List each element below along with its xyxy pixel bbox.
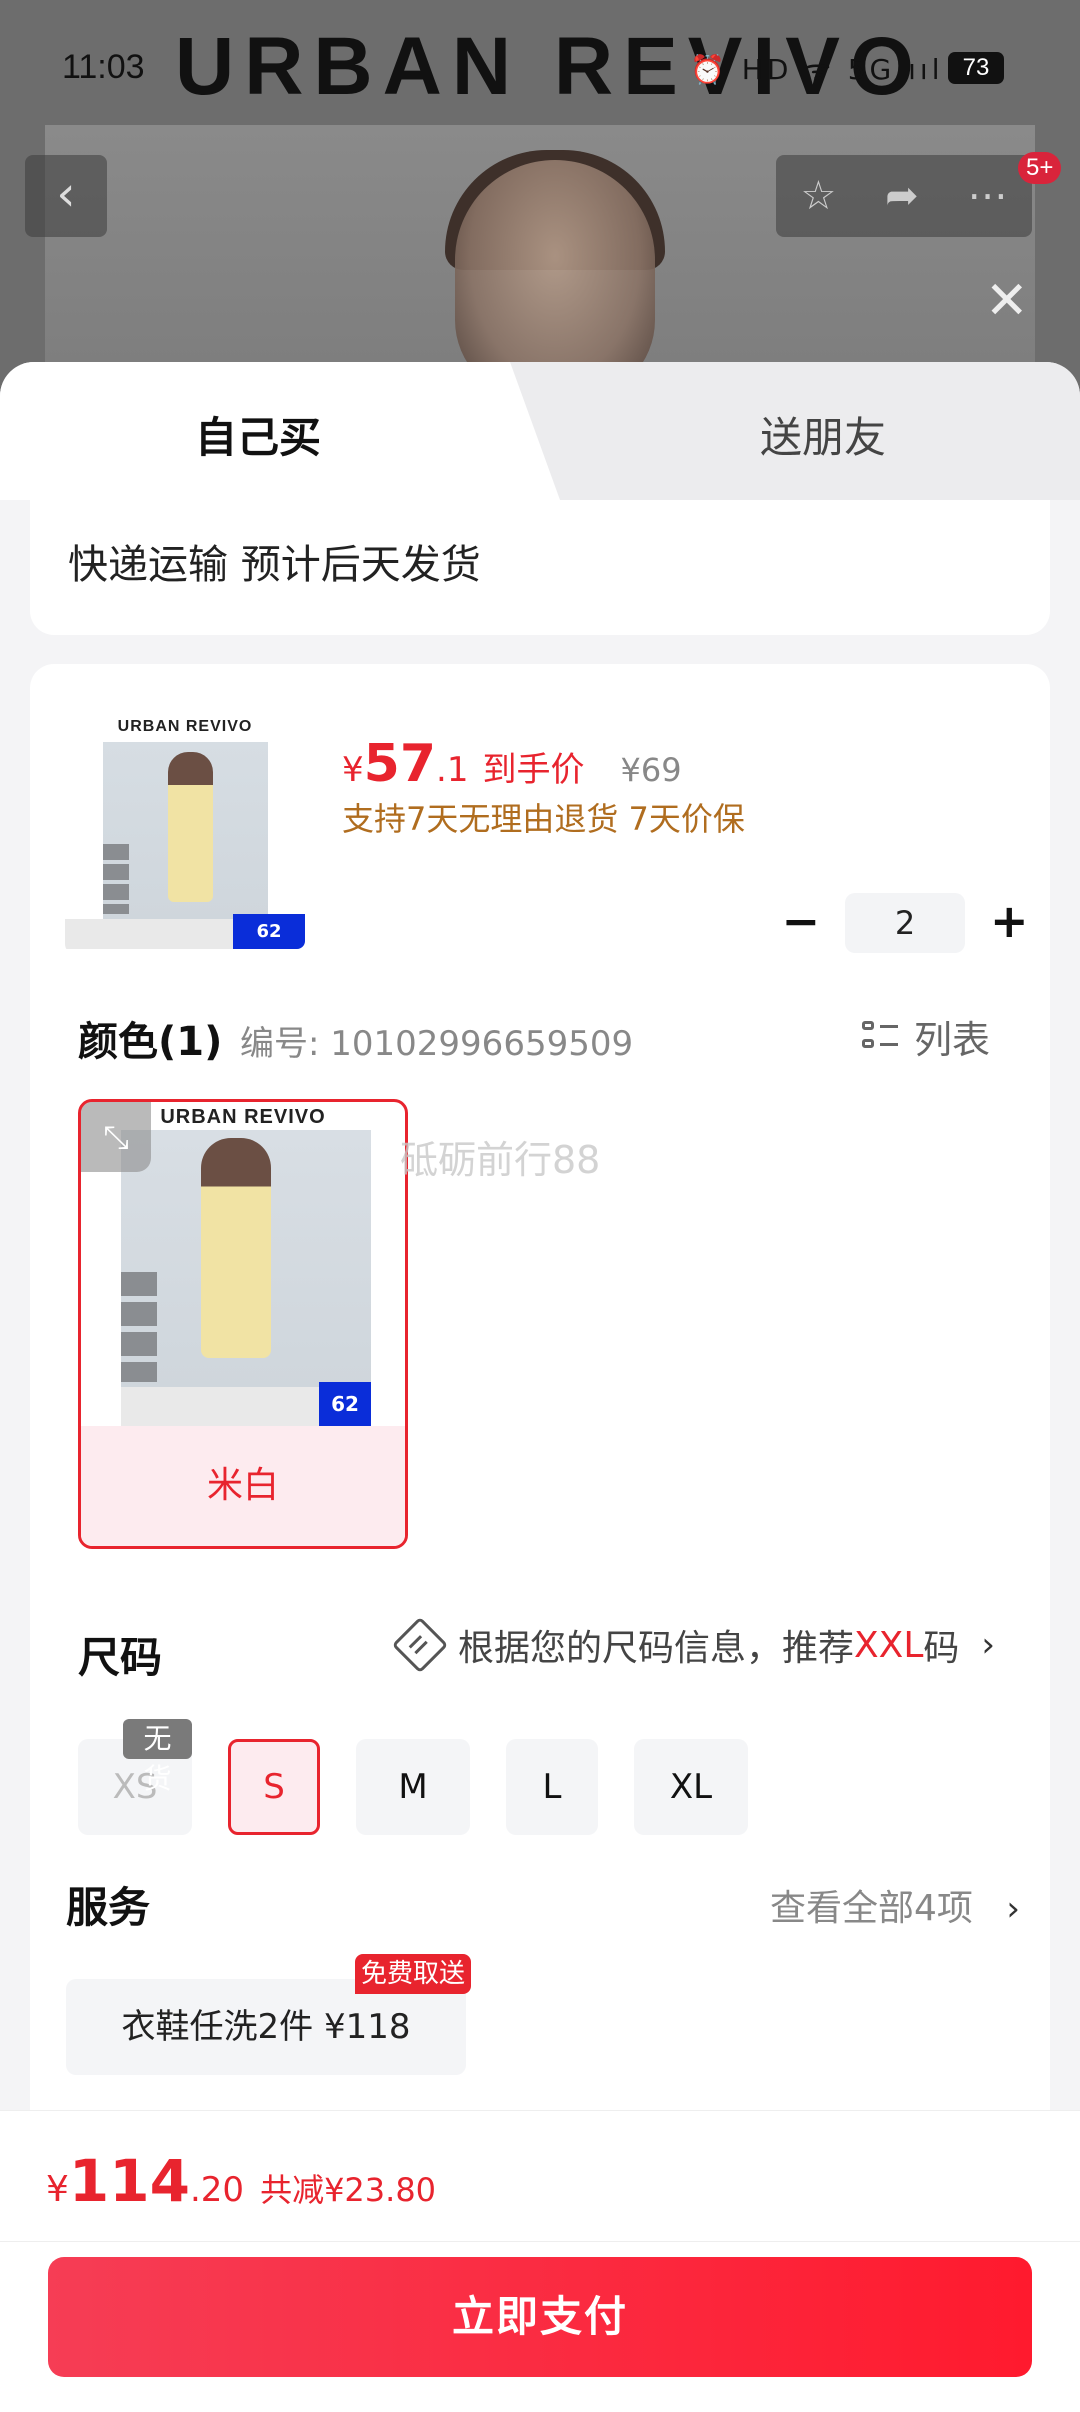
color-label: 米白: [81, 1426, 405, 1546]
swatch-photo: [121, 1130, 371, 1390]
size-options: XS 无货 S M L XL: [78, 1719, 784, 1835]
rec-size: XXL: [854, 1624, 924, 1666]
size-recommendation[interactable]: 根据您的尺码信息，推荐 XXL 码 ›: [391, 1616, 996, 1674]
divider: [0, 2241, 1080, 2242]
size-label: S: [263, 1767, 285, 1807]
service-title: 服务: [66, 1883, 151, 1932]
list-icon: [862, 1019, 898, 1055]
chevron-right-icon: ›: [1006, 1889, 1020, 1929]
tab-send-friend[interactable]: 送朋友: [760, 404, 886, 465]
share-icon[interactable]: ➦: [885, 173, 919, 219]
quantity-stepper: − 2 +: [770, 892, 1040, 954]
list-view-toggle[interactable]: 列表: [862, 1009, 990, 1064]
thumb-badges: [103, 844, 129, 914]
shipping-text: 快递运输 预计后天发货: [68, 542, 481, 588]
size-option-s[interactable]: S: [228, 1739, 320, 1835]
free-pickup-badge: 免费取送: [355, 1954, 472, 1994]
shipping-card: 快递运输 预计后天发货: [30, 500, 1050, 635]
product-code: 编号: 10102996659509: [240, 1024, 634, 1064]
swatch-price-bar: [121, 1387, 321, 1427]
size-label: M: [398, 1767, 428, 1807]
purchase-sheet: 自己买 送朋友 快递运输 预计后天发货 URBAN REVIVO 62 ¥57.…: [0, 362, 1080, 2412]
color-swatch-selected[interactable]: URBAN REVIVO 62 ⤡ 米白: [78, 1099, 408, 1549]
price-decimal: .1: [436, 750, 469, 790]
swatch-sale-tag: 62: [319, 1382, 371, 1427]
size-label: L: [542, 1767, 562, 1807]
swatch-badges: [121, 1272, 157, 1382]
back-button[interactable]: ‹: [25, 155, 107, 237]
chevron-left-icon: ‹: [56, 166, 76, 222]
tab-self-buy-label[interactable]: 自己买: [195, 404, 321, 465]
view-all-label: 查看全部4项: [770, 1888, 973, 1929]
view-all-services[interactable]: 查看全部4项 ›: [770, 1879, 1020, 1931]
thumb-model: [168, 752, 213, 902]
top-actions: ☆ ➦ ⋯: [776, 155, 1032, 237]
size-option-m[interactable]: M: [356, 1739, 470, 1835]
checkout-bar: ¥114.20 共减¥23.80 立即支付: [0, 2110, 1080, 2412]
rec-prefix: 根据您的尺码信息，推荐: [458, 1628, 855, 1669]
size-label: XL: [669, 1767, 713, 1807]
expand-icon[interactable]: ⤡: [81, 1102, 151, 1172]
size-option-xs[interactable]: XS 无货: [78, 1719, 192, 1835]
price-currency: ¥: [342, 750, 364, 790]
ruler-icon: [391, 1616, 449, 1674]
no-stock-badge: 无货: [123, 1719, 192, 1795]
status-icons: ⏰ HD ᯤ 5G ııl: [690, 53, 944, 86]
return-policy: 支持7天无理由退货 7天价保: [342, 800, 745, 838]
original-price: ¥69: [620, 751, 682, 789]
watermark: 砥砺前行88: [400, 1138, 601, 1182]
minus-button[interactable]: −: [770, 892, 831, 954]
thumb-brand: URBAN REVIVO: [117, 718, 253, 735]
chevron-right-icon: ›: [981, 1625, 996, 1665]
thumb-sale-tag: 62: [233, 914, 305, 949]
price-label: 到手价: [482, 750, 585, 790]
thumb-price-bar: [65, 919, 235, 949]
total-currency: ¥: [46, 2169, 69, 2210]
list-label: 列表: [914, 1018, 991, 1062]
close-icon[interactable]: ✕: [985, 275, 1029, 327]
rec-suffix: 码: [923, 1628, 960, 1669]
swatch-model: [201, 1138, 271, 1358]
status-bar: 11:03 ⏰ HD ᯤ 5G ııl 73: [0, 0, 1080, 140]
total-savings: 共减¥23.80: [260, 2171, 437, 2209]
total-decimal: .20: [189, 2170, 245, 2210]
price-main: 57: [363, 734, 437, 794]
total-main: 114: [68, 2147, 190, 2215]
product-thumbnail[interactable]: URBAN REVIVO 62: [65, 714, 305, 954]
color-title: 颜色(1): [78, 1019, 223, 1065]
price-line: ¥57.1 到手价 ¥69: [342, 734, 682, 794]
plus-button[interactable]: +: [979, 892, 1040, 954]
total-price: ¥114.20 共减¥23.80: [46, 2147, 436, 2215]
pay-now-button[interactable]: 立即支付: [48, 2257, 1032, 2377]
battery-icon: 73: [948, 52, 1004, 84]
star-icon[interactable]: ☆: [800, 173, 836, 219]
message-badge: 5+: [1018, 152, 1062, 184]
size-option-l[interactable]: L: [506, 1739, 598, 1835]
status-time: 11:03: [62, 48, 145, 86]
size-title: 尺码: [78, 1633, 163, 1682]
size-option-xl[interactable]: XL: [634, 1739, 748, 1835]
more-icon[interactable]: ⋯: [968, 173, 1008, 219]
tab-bar: 自己买 送朋友: [0, 362, 1080, 500]
quantity-value[interactable]: 2: [845, 893, 965, 953]
